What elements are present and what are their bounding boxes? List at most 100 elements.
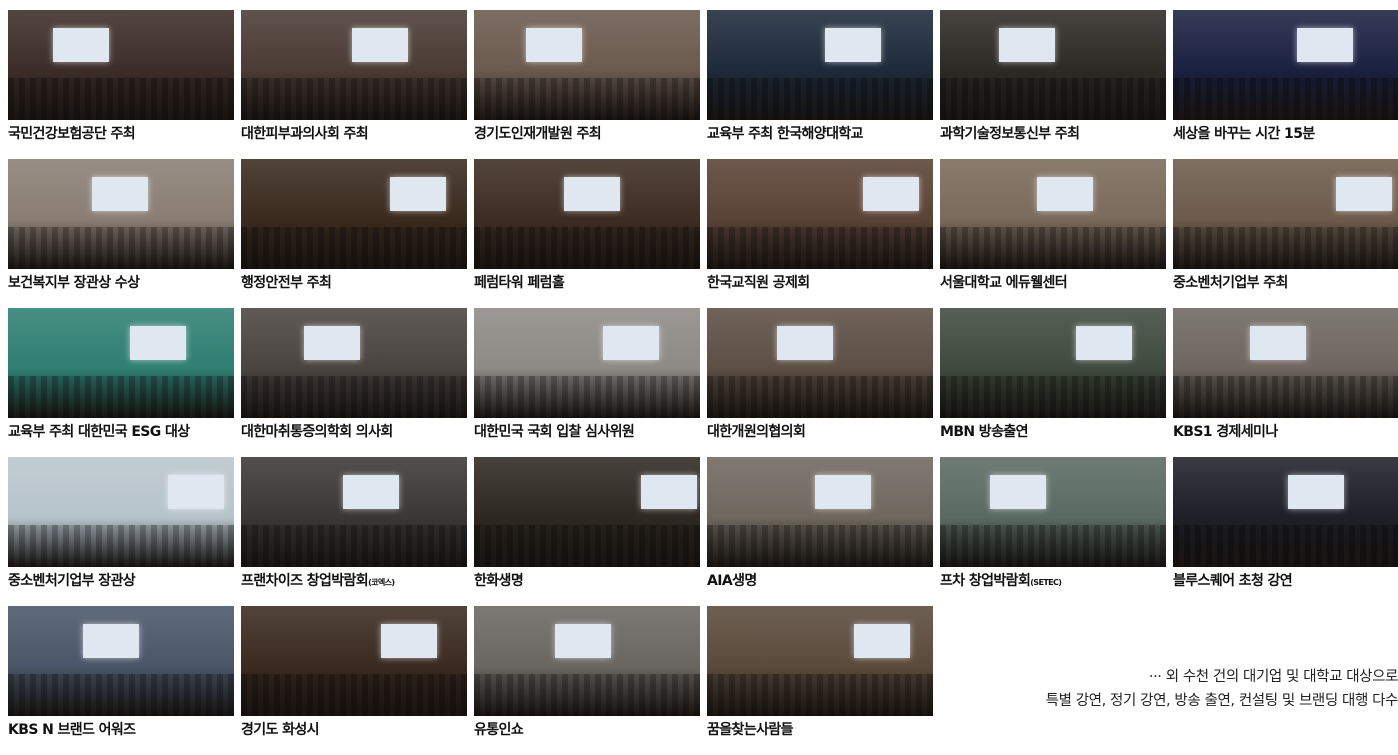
gallery-caption-venue: (SETEC) (1030, 578, 1062, 587)
photo-highlight (824, 27, 881, 62)
gallery-caption-text: 서울대학교 에듀웰센터 (940, 275, 1068, 291)
gallery-card[interactable]: 대한피부과의사회 주최 (241, 10, 467, 154)
gallery-card[interactable]: 교육부 주최 대한민국 ESG 대상 (8, 308, 234, 452)
summary-note-line2: 특별 강연, 정기 강연, 방송 출연, 컨설팅 및 브랜딩 대행 다수 (1045, 693, 1398, 709)
gallery-card[interactable]: 과학기술정보통신부 주최 (940, 10, 1166, 154)
photo-backdrop (8, 308, 234, 369)
photo-audience (241, 674, 467, 716)
photo-backdrop (940, 457, 1166, 518)
speaker-podium-photo[interactable] (8, 10, 234, 120)
conference-hall-photo[interactable] (474, 10, 700, 120)
gallery-card[interactable]: 중소벤처기업부 장관상 (8, 457, 234, 601)
gallery-caption: 유통인쇼 (474, 719, 524, 739)
photo-highlight (989, 474, 1046, 509)
gallery-card[interactable]: 한국교직원 공제회 (707, 159, 933, 303)
auditorium-photo[interactable] (474, 159, 700, 269)
photo-highlight (82, 623, 139, 658)
seminar-room-photo[interactable] (707, 606, 933, 716)
award-ceremony-photo[interactable] (8, 308, 234, 418)
speaker-screen-photo[interactable] (241, 308, 467, 418)
gallery-caption-text: 대한마취통증의학회 의사회 (241, 424, 393, 440)
photo-audience (474, 78, 700, 120)
conference-hall-photo[interactable] (707, 308, 933, 418)
gallery-caption: 서울대학교 에듀웰센터 (940, 272, 1068, 292)
award-ceremony-photo[interactable] (8, 457, 234, 567)
stage-screen-photo[interactable] (940, 10, 1166, 120)
seminar-room-photo[interactable] (940, 159, 1166, 269)
photo-audience (241, 227, 467, 269)
gallery-card[interactable]: 국민건강보험공단 주최 (8, 10, 234, 154)
gallery-card[interactable]: 꿈을찾는사람들 (707, 606, 933, 750)
gallery-row: 국민건강보험공단 주최 대한피부과의사회 주최 경기도인재개발원 주최 교육부 주최 … (8, 10, 1398, 154)
expo-hall-photo[interactable] (474, 606, 700, 716)
gallery-caption: 경기도인재개발원 주최 (474, 123, 602, 143)
photo-highlight (777, 325, 834, 360)
gallery-card[interactable]: 대한마취통증의학회 의사회 (241, 308, 467, 452)
summary-note-line1: ··· 외 수천 건의 대기업 및 대학교 대상으로 (1148, 669, 1398, 685)
gallery-card[interactable]: 프차 창업박람회(SETEC) (940, 457, 1166, 601)
photo-audience (707, 674, 933, 716)
gallery-card[interactable]: 유통인쇼 (474, 606, 700, 750)
photo-backdrop (940, 308, 1166, 369)
conference-hall-photo[interactable] (241, 10, 467, 120)
tv-studio-photo[interactable] (1173, 308, 1398, 418)
gallery-card[interactable]: 세상을 바꾸는 시간 15분 (1173, 10, 1398, 154)
gallery-caption: 보건복지부 장관상 수상 (8, 272, 140, 292)
gallery-row: 중소벤처기업부 장관상 프랜차이즈 창업박람회(코엑스) 한화생명 AIA생명 프차 창… (8, 457, 1398, 601)
gallery-card[interactable]: 교육부 주최 한국해양대학교 (707, 10, 933, 154)
gallery-caption: 교육부 주최 한국해양대학교 (707, 123, 864, 143)
photo-highlight (862, 176, 919, 211)
gallery-card[interactable]: 프랜차이즈 창업박람회(코엑스) (241, 457, 467, 601)
expo-hall-photo[interactable] (940, 457, 1166, 567)
expo-hall-photo[interactable] (241, 457, 467, 567)
gallery-caption-text: 경기도 화성시 (241, 722, 320, 738)
gallery-caption: 대한민국 국회 입찰 심사위원 (474, 421, 635, 441)
gallery-card[interactable]: 중소벤처기업부 주최 (1173, 159, 1398, 303)
banquet-hall-photo[interactable] (707, 457, 933, 567)
gallery-card[interactable]: 행정안전부 주최 (241, 159, 467, 303)
gallery-caption: 블루스퀘어 초청 강연 (1173, 570, 1293, 590)
photo-highlight (998, 27, 1055, 62)
gallery-card[interactable]: AIA생명 (707, 457, 933, 601)
photo-audience (707, 227, 933, 269)
speaker-photo[interactable] (707, 159, 933, 269)
photo-highlight (53, 27, 110, 62)
photo-highlight (525, 27, 582, 62)
gallery-card[interactable]: 페럼타워 페럼홀 (474, 159, 700, 303)
tv-stage-photo[interactable] (1173, 10, 1398, 120)
meeting-room-photo[interactable] (474, 308, 700, 418)
theater-photo[interactable] (1173, 457, 1398, 567)
photo-backdrop (8, 10, 234, 71)
gallery-card[interactable]: MBN 방송출연 (940, 308, 1166, 452)
gallery-card[interactable]: 보건복지부 장관상 수상 (8, 159, 234, 303)
photo-audience (1173, 525, 1398, 567)
theater-photo[interactable] (241, 606, 467, 716)
auditorium-photo[interactable] (241, 159, 467, 269)
photo-backdrop (1173, 10, 1398, 71)
gallery-card[interactable]: 한화생명 (474, 457, 700, 601)
gallery-card[interactable]: 경기도인재개발원 주최 (474, 10, 700, 154)
gallery-caption-text: 유통인쇼 (474, 722, 524, 738)
photo-audience (940, 376, 1166, 418)
gallery-card[interactable]: 서울대학교 에듀웰센터 (940, 159, 1166, 303)
gallery-card[interactable]: KBS N 브랜드 어워즈 (8, 606, 234, 750)
gallery-card[interactable]: KBS1 경제세미나 (1173, 308, 1398, 452)
banquet-hall-photo[interactable] (474, 457, 700, 567)
stage-screen-photo[interactable] (707, 10, 933, 120)
photo-highlight (1249, 325, 1306, 360)
gallery-card[interactable]: 대한민국 국회 입찰 심사위원 (474, 308, 700, 452)
gallery-caption: 페럼타워 페럼홀 (474, 272, 565, 292)
gallery-caption-text: 중소벤처기업부 장관상 (8, 573, 136, 589)
gallery-card[interactable]: 대한개원의협의회 (707, 308, 933, 452)
award-ceremony-photo[interactable] (8, 606, 234, 716)
photo-audience (474, 674, 700, 716)
award-ceremony-photo[interactable] (8, 159, 234, 269)
gallery-caption: 한국교직원 공제회 (707, 272, 810, 292)
seminar-room-photo[interactable] (1173, 159, 1398, 269)
photo-highlight (1297, 27, 1354, 62)
gallery-caption-text: KBS1 경제세미나 (1173, 424, 1278, 440)
gallery-card[interactable]: 블루스퀘어 초청 강연 (1173, 457, 1398, 601)
gallery-caption-text: AIA생명 (707, 573, 757, 589)
gallery-card[interactable]: 경기도 화성시 (241, 606, 467, 750)
tv-studio-photo[interactable] (940, 308, 1166, 418)
